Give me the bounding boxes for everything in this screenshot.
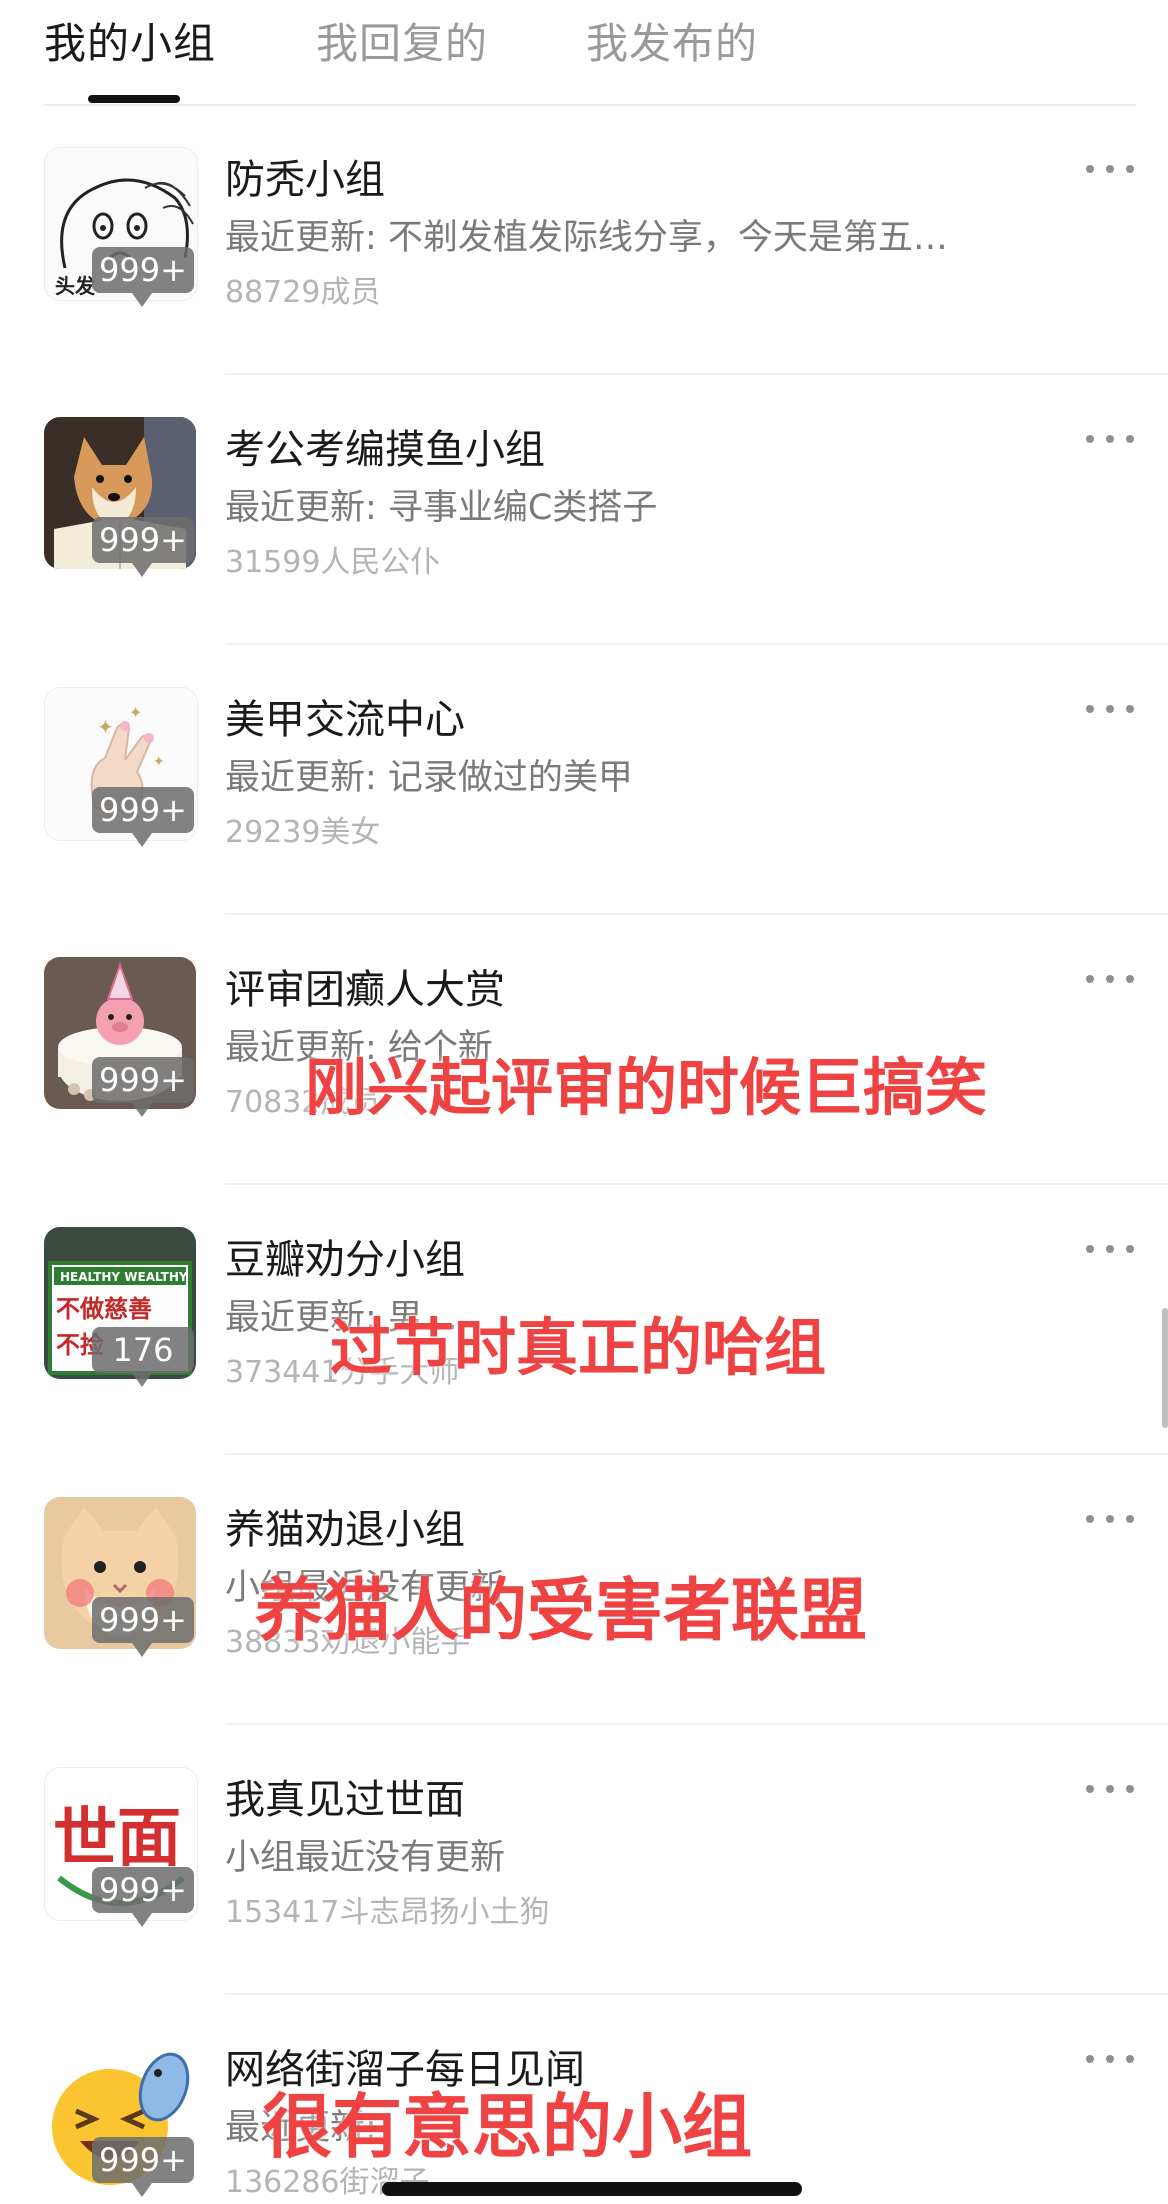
group-title: 防秃小组: [225, 157, 385, 203]
group-item-kaogong[interactable]: 999+ 考公考编摸鱼小组 最近更新: 寻事业编C类搭子 31599人民公仆: [0, 375, 1168, 645]
unread-badge: 999+: [92, 2137, 194, 2197]
caption-overlay: 过节时真正的哈组: [330, 1311, 827, 1384]
svg-text:✦: ✦: [153, 754, 165, 770]
home-indicator[interactable]: [382, 2182, 802, 2196]
group-recent-update: 最近更新: 记录做过的美甲: [225, 758, 633, 798]
more-options-icon[interactable]: [1084, 693, 1136, 723]
group-item-jianshimian[interactable]: 世面 999+ 我真见过世面 小组最近没有更新 153417斗志昂扬小土狗: [0, 1725, 1168, 1995]
active-tab-indicator: [88, 95, 180, 103]
group-item-yangmao[interactable]: 999+ 养猫劝退小组 小组最近没有更新 38833劝退小能手 养猫人的受害者联…: [0, 1455, 1168, 1725]
more-options-icon[interactable]: [1084, 423, 1136, 453]
tab-my-posts[interactable]: 我发布的: [586, 10, 758, 71]
group-title: 评审团癫人大赏: [225, 967, 505, 1013]
group-title: 我真见过世面: [225, 1777, 465, 1823]
sign-text-1: HEALTHY WEALTHY: [60, 1270, 188, 1284]
unread-badge: 999+: [92, 247, 194, 307]
group-title: 养猫劝退小组: [225, 1507, 465, 1553]
group-title: 美甲交流中心: [225, 697, 465, 743]
tab-bar: 我的小组 我回复的 我发布的: [0, 0, 1168, 106]
tab-my-replies[interactable]: 我回复的: [316, 10, 488, 71]
unread-badge: 999+: [92, 1057, 194, 1117]
avatar-caption: 头发: [55, 274, 96, 298]
group-member-count: 88729成员: [225, 275, 381, 310]
more-options-icon[interactable]: [1084, 2043, 1136, 2073]
more-options-icon[interactable]: [1084, 1233, 1136, 1263]
sign-text-2: 不做慈善: [56, 1295, 152, 1323]
svg-text:✦: ✦: [129, 703, 142, 722]
svg-text:✦: ✦: [97, 715, 114, 739]
more-options-icon[interactable]: [1084, 963, 1136, 993]
unread-badge: 999+: [92, 1597, 194, 1657]
group-item-fangtu[interactable]: 头发 999+ 防秃小组 最近更新: 不剃发植发际线分享，今天是第五… 8872…: [0, 105, 1168, 375]
unread-badge: 999+: [92, 1867, 194, 1927]
caption-overlay: 刚兴起评审的时候巨搞笑: [305, 1051, 988, 1124]
tab-my-groups[interactable]: 我的小组: [44, 10, 216, 71]
group-item-meijia[interactable]: ✦ ✦ ✦ 999+ 美甲交流中心 最近更新: 记录做过的美甲 29239美女: [0, 645, 1168, 915]
caption-overlay: 很有意思的小组: [262, 2086, 752, 2168]
more-options-icon[interactable]: [1084, 153, 1136, 183]
group-member-count: 29239美女: [225, 815, 381, 850]
group-recent-update: 最近更新: 寻事业编C类搭子: [225, 488, 658, 528]
group-recent-update: 小组最近没有更新: [225, 1838, 506, 1878]
group-item-pingshen[interactable]: 999+ 评审团癫人大赏 最近更新: 给个新 70832成员 刚兴起评审的时候巨…: [0, 915, 1168, 1185]
group-title: 考公考编摸鱼小组: [225, 427, 545, 473]
scrollbar[interactable]: [1162, 1308, 1168, 1428]
unread-badge: 176: [92, 1327, 194, 1387]
unread-badge: 999+: [92, 787, 194, 847]
avatar-logo-text: 世面: [53, 1802, 181, 1876]
unread-badge: 999+: [92, 517, 194, 577]
group-title: 豆瓣劝分小组: [225, 1237, 465, 1283]
more-options-icon[interactable]: [1084, 1773, 1136, 1803]
caption-overlay: 养猫人的受害者联盟: [255, 1572, 868, 1651]
group-member-count: 153417斗志昂扬小土狗: [225, 1895, 550, 1930]
group-recent-update: 最近更新: 不剃发植发际线分享，今天是第五…: [225, 218, 948, 258]
group-member-count: 31599人民公仆: [225, 545, 441, 580]
group-item-quanfen[interactable]: HEALTHY WEALTHY 不做慈善 不捡 176 豆瓣劝分小组 最近更新:…: [0, 1185, 1168, 1455]
group-item-jieliuzi[interactable]: 999+ 网络街溜子每日见闻 最近更新: 136286街溜子 很有意思的小组: [0, 1995, 1168, 2204]
more-options-icon[interactable]: [1084, 1503, 1136, 1533]
